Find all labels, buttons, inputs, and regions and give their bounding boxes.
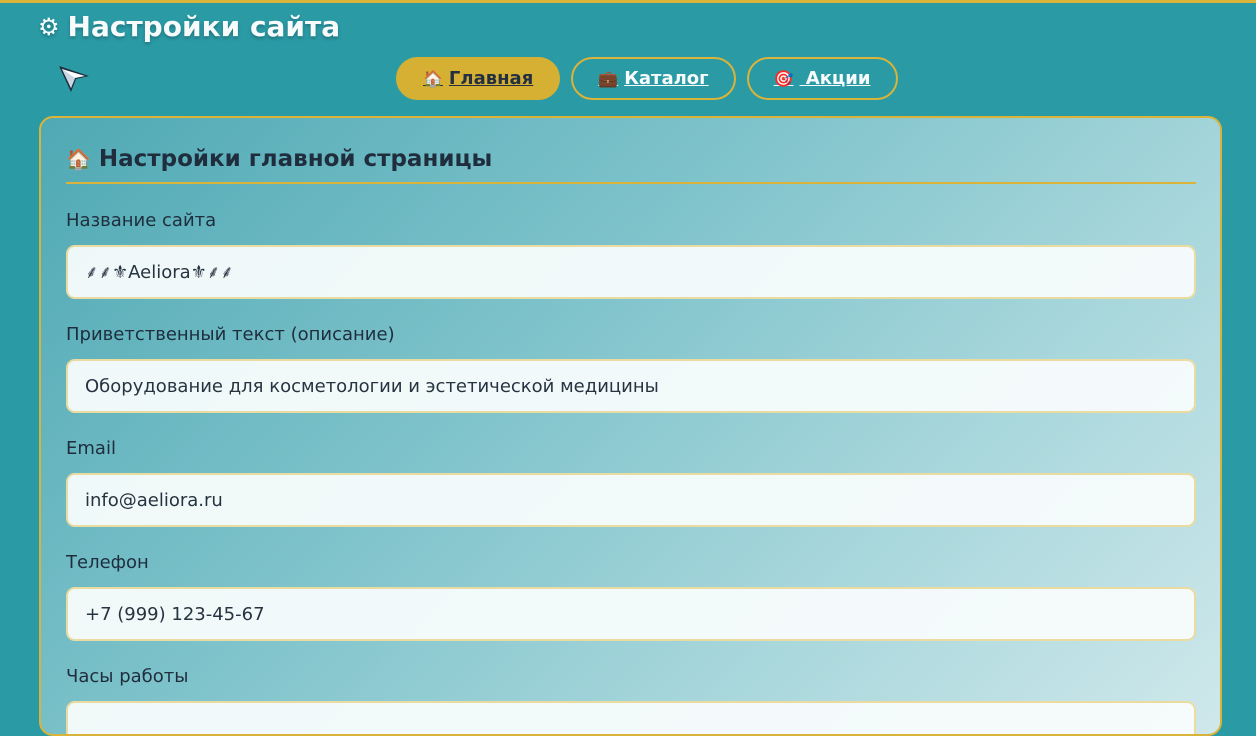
mouse-cursor-icon — [59, 66, 89, 92]
top-accent-line — [0, 0, 1256, 3]
gear-icon: ⚙ — [38, 12, 60, 41]
email-field[interactable] — [66, 473, 1196, 527]
phone-label: Телефон — [66, 552, 149, 573]
home-icon: 🏠 — [66, 147, 91, 171]
home-icon: 🏠 — [423, 69, 443, 88]
site-name-label: Название сайта — [66, 210, 217, 231]
briefcase-icon: 💼 — [598, 69, 619, 88]
tab-main-label: Главная — [448, 68, 534, 89]
welcome-text-input[interactable] — [66, 359, 1196, 413]
card-title: 🏠 Настройки главной страницы — [66, 146, 1196, 172]
hours-label: Часы работы — [66, 666, 189, 687]
tab-promotions[interactable]: 🎯 Акции — [746, 57, 898, 100]
welcome-text-label: Приветственный текст (описание) — [66, 324, 395, 345]
tab-catalog[interactable]: 💼 Каталог — [571, 57, 736, 100]
card-divider — [66, 182, 1196, 184]
email-label: Email — [66, 438, 116, 459]
site-name-input[interactable] — [66, 245, 1196, 299]
hours-field[interactable] — [66, 701, 1196, 734]
page-title-text: Настройки сайта — [67, 10, 341, 43]
tab-promotions-label: Акции — [799, 68, 871, 89]
card-title-text: Настройки главной страницы — [98, 146, 493, 172]
tab-bar: 🏠 Главная 💼 Каталог 🎯 Акции — [396, 57, 898, 100]
page-title: ⚙ Настройки сайта — [38, 10, 340, 43]
tab-catalog-label: Каталог — [624, 68, 709, 89]
phone-field[interactable] — [66, 587, 1196, 641]
settings-card: 🏠 Настройки главной страницы Название са… — [39, 116, 1222, 736]
tab-main[interactable]: 🏠 Главная — [396, 57, 561, 100]
target-icon: 🎯 — [773, 69, 794, 88]
